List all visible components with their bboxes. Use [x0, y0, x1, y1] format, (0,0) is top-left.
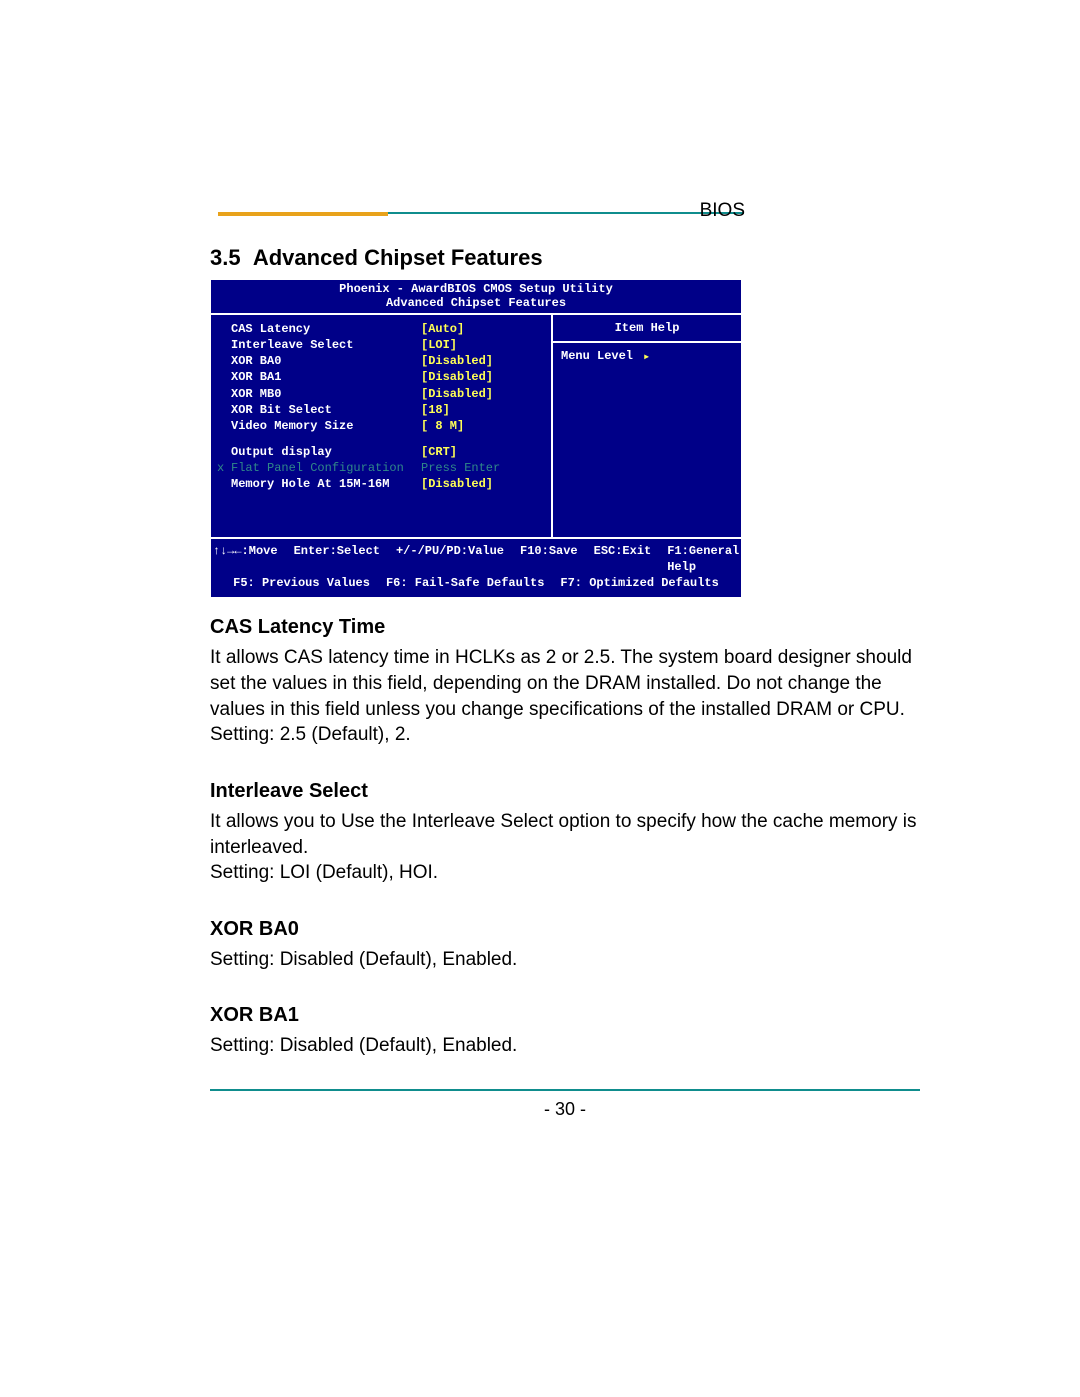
bios-row-label: CAS Latency — [231, 321, 421, 337]
bios-row: XOR BA0[Disabled] — [231, 353, 541, 369]
bios-row: Output display[CRT] — [231, 444, 541, 460]
bios-row-value: [LOI] — [421, 337, 521, 353]
doc-section-title: XOR BA0 — [210, 918, 920, 941]
bios-footer-key: F5: Previous Values — [233, 575, 370, 591]
bios-row-label: Video Memory Size — [231, 418, 421, 434]
header-rule-teal — [388, 212, 744, 214]
bios-screenshot: Phoenix - AwardBIOS CMOS Setup Utility A… — [210, 279, 742, 598]
bios-footer-key: ESC:Exit — [594, 543, 652, 575]
bios-footer-key: F1:General Help — [667, 543, 739, 575]
bios-row: Video Memory Size[ 8 M] — [231, 418, 541, 434]
bios-row-label: Interleave Select — [231, 337, 421, 353]
doc-section-body: Setting: Disabled (Default), Enabled. — [210, 1033, 920, 1059]
bios-row: Flat Panel ConfigurationPress Enter — [231, 460, 541, 476]
page-header-label: BIOS — [700, 200, 745, 222]
bios-row-value: [Disabled] — [421, 353, 521, 369]
bios-footer: ↑↓→←:Move Enter:Select +/-/PU/PD:Value F10:… — [211, 537, 741, 598]
bios-row: XOR Bit Select[18] — [231, 402, 541, 418]
bios-row-value: [Disabled] — [421, 369, 521, 385]
page-number: - 30 - — [210, 1099, 920, 1120]
bios-row-label: Flat Panel Configuration — [231, 460, 421, 476]
bios-row: Memory Hole At 15M-16M[Disabled] — [231, 476, 541, 492]
bios-row-label: XOR Bit Select — [231, 402, 421, 418]
doc-section-body: It allows you to Use the Interleave Sele… — [210, 809, 920, 886]
section-number: 3.5 — [210, 245, 241, 270]
section-heading: 3.5 Advanced Chipset Features — [210, 245, 920, 271]
bios-settings-panel: CAS Latency[Auto]Interleave Select[LOI]X… — [211, 315, 553, 537]
bios-row-label: XOR BA0 — [231, 353, 421, 369]
bios-footer-key: ↑↓→←:Move — [213, 543, 278, 575]
arrow-right-icon: ▸ — [643, 349, 650, 364]
bios-row: XOR MB0[Disabled] — [231, 386, 541, 402]
doc-section-title: CAS Latency Time — [210, 616, 920, 639]
bios-row-label: XOR BA1 — [231, 369, 421, 385]
bios-footer-key: F10:Save — [520, 543, 578, 575]
bios-row: XOR BA1[Disabled] — [231, 369, 541, 385]
doc-section-body: Setting: Disabled (Default), Enabled. — [210, 947, 920, 973]
bios-row-value: [CRT] — [421, 444, 521, 460]
bios-row-value: [18] — [421, 402, 521, 418]
doc-section-body: It allows CAS latency time in HCLKs as 2… — [210, 645, 920, 748]
bios-row-value: Press Enter — [421, 460, 521, 476]
footer-rule — [210, 1089, 920, 1091]
bios-row-value: [Disabled] — [421, 476, 521, 492]
bios-title-line2: Advanced Chipset Features — [211, 296, 741, 310]
bios-row-label: Memory Hole At 15M-16M — [231, 476, 421, 492]
bios-row: CAS Latency[Auto] — [231, 321, 541, 337]
bios-help-title: Item Help — [553, 315, 741, 343]
bios-footer-key: F6: Fail-Safe Defaults — [386, 575, 544, 591]
section-title: Advanced Chipset Features — [253, 245, 543, 270]
bios-footer-key: Enter:Select — [294, 543, 380, 575]
bios-menu-level-label: Menu Level — [561, 349, 633, 363]
doc-section-title: Interleave Select — [210, 780, 920, 803]
bios-footer-key: F7: Optimized Defaults — [560, 575, 718, 591]
bios-row-label: XOR MB0 — [231, 386, 421, 402]
doc-section-title: XOR BA1 — [210, 1004, 920, 1027]
bios-row-value: [ 8 M] — [421, 418, 521, 434]
bios-row-value: [Disabled] — [421, 386, 521, 402]
bios-row: Interleave Select[LOI] — [231, 337, 541, 353]
bios-footer-key: +/-/PU/PD:Value — [396, 543, 504, 575]
bios-title-line1: Phoenix - AwardBIOS CMOS Setup Utility — [211, 282, 741, 296]
header-rule-gold — [218, 212, 388, 216]
bios-row-label: Output display — [231, 444, 421, 460]
bios-help-panel: Item Help Menu Level ▸ — [553, 315, 741, 537]
bios-row-value: [Auto] — [421, 321, 521, 337]
